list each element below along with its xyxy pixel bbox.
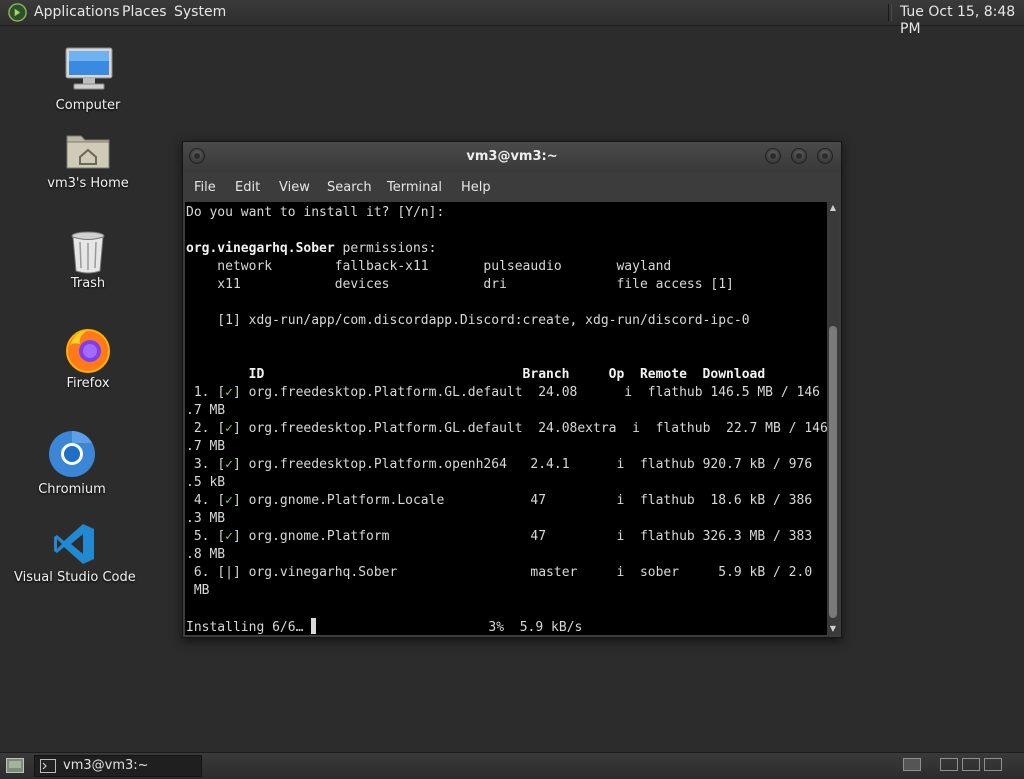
taskbar-label: vm3@vm3:~ (63, 758, 149, 773)
row-text: org.freedesktop.Platform.GL.default 24.0… (240, 385, 820, 400)
menu-view[interactable]: View (279, 180, 310, 195)
row-number: 2. (186, 421, 218, 436)
desktop-icon-label: Computer (55, 98, 121, 113)
row-text: org.freedesktop.Platform.openh264 2.4.1 … (240, 457, 813, 472)
workspace-2[interactable] (940, 758, 958, 771)
menu-help[interactable]: Help (461, 180, 491, 195)
terminal-line: x11 devices dri file access [1] (186, 277, 734, 292)
row-number: 3. (186, 457, 218, 472)
close-button[interactable] (817, 148, 833, 164)
check-icon: ✓ (225, 493, 233, 508)
table-row: 3. [✓] org.freedesktop.Platform.openh264… (186, 457, 813, 472)
home-folder-icon (66, 135, 110, 169)
desktop-icon-computer[interactable]: Computer (40, 44, 136, 116)
app-id: org.vinegarhq.Sober (186, 241, 335, 256)
taskbar-terminal-button[interactable]: vm3@vm3:~ (34, 755, 202, 777)
menu-terminal[interactable]: Terminal (387, 180, 442, 195)
check-icon: ✓ (225, 385, 233, 400)
menu-search[interactable]: Search (327, 180, 372, 195)
bottom-panel: vm3@vm3:~ (0, 752, 1024, 779)
window-title: vm3@vm3:~ (466, 149, 558, 164)
row-number: 6. (186, 565, 218, 580)
maximize-button[interactable] (791, 148, 807, 164)
check-icon: ✓ (225, 529, 233, 544)
workspace-3[interactable] (962, 758, 980, 771)
table-row-wrap: .3 MB (186, 511, 226, 526)
table-row-wrap: MB (186, 583, 210, 598)
places-menu[interactable]: Places (122, 4, 167, 21)
table-row: 1. [✓] org.freedesktop.Platform.GL.defau… (186, 385, 820, 400)
desktop-icon-home[interactable]: vm3's Home (40, 128, 136, 200)
workspace-4[interactable] (984, 758, 1002, 771)
status-progress: 3% 5.9 kB/s (316, 620, 583, 635)
mate-logo-icon[interactable] (8, 3, 27, 22)
row-number: 4. (186, 493, 218, 508)
clock[interactable]: Tue Oct 15, 8:48 PM (900, 4, 1024, 38)
scroll-up-icon[interactable]: ▲ (827, 202, 839, 214)
terminal-line: [1] xdg-run/app/com.discordapp.Discord:c… (186, 313, 750, 328)
vertical-scrollbar[interactable]: ▲ ▼ (827, 202, 839, 635)
table-row: 6. [|] org.vinegarhq.Sober master i sobe… (186, 565, 813, 580)
row-text: org.freedesktop.Platform.GL.default 24.0… (240, 421, 827, 436)
table-row-wrap: .8 MB (186, 547, 226, 562)
terminal-output[interactable]: Do you want to install it? [Y/n]: org.vi… (185, 202, 827, 635)
terminal-line: network fallback-x11 pulseaudio wayland (186, 259, 672, 274)
window-titlebar[interactable]: vm3@vm3:~ (183, 142, 841, 172)
workspace-1[interactable] (903, 758, 921, 771)
scroll-down-icon[interactable]: ▼ (827, 623, 839, 635)
menu-file[interactable]: File (194, 180, 216, 195)
show-desktop-icon[interactable] (6, 758, 24, 773)
menu-edit[interactable]: Edit (235, 180, 260, 195)
table-header: ID Branch Op Remote Download (186, 367, 766, 382)
chromium-icon (49, 431, 95, 477)
progress-mark: | (225, 565, 233, 580)
desktop-icon-vscode[interactable]: Visual Studio Code (14, 520, 136, 590)
scroll-thumb[interactable] (829, 326, 837, 618)
row-text: org.gnome.Platform.Locale 47 i flathub 1… (240, 493, 813, 508)
computer-icon (65, 47, 113, 90)
desktop-icon-label: Visual Studio Code (14, 570, 136, 585)
table-row-wrap: .5 kB (186, 475, 226, 490)
desktop-icon-label: Trash (70, 276, 106, 291)
desktop-icon-firefox[interactable]: Firefox (40, 326, 136, 396)
desktop-icon-trash[interactable]: Trash (40, 228, 136, 298)
permissions-label: permissions: (334, 241, 437, 256)
minimize-button[interactable] (765, 148, 781, 164)
desktop-icon-label: vm3's Home (47, 176, 129, 191)
check-icon: ✓ (225, 421, 233, 436)
applications-menu[interactable]: Applications (34, 4, 120, 21)
terminal-window[interactable]: vm3@vm3:~ File Edit View Search Terminal… (182, 141, 842, 638)
desktop-icon-label: Chromium (38, 482, 106, 497)
desktop-icon-chromium[interactable]: Chromium (24, 430, 120, 500)
desktop-icon-label: Firefox (66, 376, 110, 391)
top-panel: Applications Places System Tue Oct 15, 8… (0, 0, 1024, 37)
system-menu[interactable]: System (174, 4, 226, 21)
row-text: org.vinegarhq.Sober master i sober 5.9 k… (240, 565, 813, 580)
terminal-menubar: File Edit View Search Terminal Help (183, 172, 841, 202)
table-row-wrap: .7 MB (186, 403, 226, 418)
table-row-wrap: .7 MB (186, 439, 226, 454)
row-number: 5. (186, 529, 218, 544)
panel-separator (888, 4, 892, 21)
terminal-icon (40, 759, 56, 773)
vscode-icon (54, 524, 94, 564)
firefox-icon (66, 329, 110, 373)
table-row: 4. [✓] org.gnome.Platform.Locale 47 i fl… (186, 493, 813, 508)
table-row: 5. [✓] org.gnome.Platform 47 i flathub 3… (186, 529, 813, 544)
row-text: org.gnome.Platform 47 i flathub 326.3 MB… (240, 529, 813, 544)
terminal-line: org.vinegarhq.Sober permissions: (186, 240, 436, 258)
trash-icon (71, 231, 105, 274)
check-icon: ✓ (225, 457, 233, 472)
status-text: Installing 6/6… (186, 620, 312, 635)
terminal-line: Do you want to install it? [Y/n]: (186, 205, 445, 220)
row-number: 1. (186, 385, 218, 400)
status-line: Installing 6/6… 3% 5.9 kB/s (186, 618, 582, 635)
table-row: 2. [✓] org.freedesktop.Platform.GL.defau… (186, 421, 827, 436)
